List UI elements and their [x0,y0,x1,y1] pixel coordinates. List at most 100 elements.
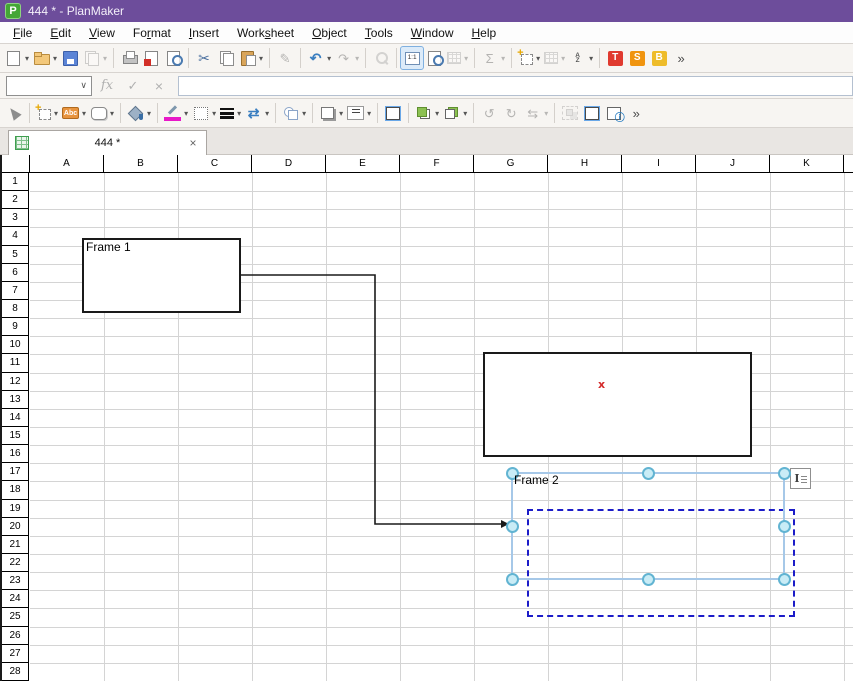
menu-view[interactable]: View [80,23,124,43]
column-header-g[interactable]: G [474,155,548,172]
border-button[interactable]: ▾ [190,102,218,124]
copy-button[interactable] [215,47,237,69]
export-pdf-button[interactable] [140,47,162,69]
menu-edit[interactable]: Edit [41,23,80,43]
frame2-label[interactable]: Frame 2 [514,473,559,487]
row-header-17[interactable]: 17 [2,463,29,481]
row-header-1[interactable]: 1 [2,173,29,191]
select-objects-button[interactable] [3,102,25,124]
selection-handle[interactable] [778,467,791,480]
toolbar-overflow-button[interactable]: » [670,47,692,69]
send-to-back-button[interactable]: ▾ [441,102,469,124]
text-frame-1[interactable]: Frame 1 [82,238,241,313]
row-header-18[interactable]: 18 [2,481,29,499]
row-header-13[interactable]: 13 [2,391,29,409]
object-options-button[interactable]: I [790,468,811,489]
open-button[interactable]: ▾ [31,47,59,69]
row-header-8[interactable]: 8 [2,300,29,318]
selection-handle[interactable] [642,573,655,586]
cell-name-box[interactable]: ∨ [6,76,92,96]
row-header-19[interactable]: 19 [2,500,29,518]
print-preview-button[interactable] [162,47,184,69]
line-color-button[interactable]: ▾ [162,102,190,124]
menu-worksheet[interactable]: Worksheet [228,23,303,43]
column-header-i[interactable]: I [622,155,696,172]
selection-handle[interactable] [642,467,655,480]
column-header-d[interactable]: D [252,155,326,172]
column-header-c[interactable]: C [178,155,252,172]
line-style-button[interactable]: ▾ [345,102,373,124]
row-header-25[interactable]: 25 [2,608,29,626]
shapes-button[interactable]: ▾ [280,102,308,124]
insert-frame-button[interactable]: ▾ [516,47,542,69]
worksheet-tab[interactable]: 444 * × [8,130,207,155]
row-header-21[interactable]: 21 [2,536,29,554]
menu-insert[interactable]: Insert [180,23,228,43]
row-header-23[interactable]: 23 [2,572,29,590]
row-header-24[interactable]: 24 [2,590,29,608]
bring-to-front-button[interactable]: ▾ [413,102,441,124]
row-header-5[interactable]: 5 [2,246,29,264]
selection-handle[interactable] [506,520,519,533]
row-header-28[interactable]: 28 [2,663,29,681]
insert-frame-button[interactable]: ▾ [34,102,60,124]
menu-help[interactable]: Help [462,23,505,43]
row-header-14[interactable]: 14 [2,409,29,427]
row-header-9[interactable]: 9 [2,318,29,336]
object-frame-placeholder[interactable]: x [483,352,752,457]
sort-filter-button[interactable]: ▾ [567,47,595,69]
selection-handle[interactable] [506,573,519,586]
select-all-corner[interactable] [2,155,30,172]
row-header-11[interactable]: 11 [2,354,29,372]
insert-function-button[interactable]: fx [96,76,118,96]
close-tab-icon[interactable]: × [186,136,200,150]
object-properties-button[interactable] [603,102,625,124]
save-button[interactable] [59,47,81,69]
row-header-12[interactable]: 12 [2,373,29,391]
column-header-e[interactable]: E [326,155,400,172]
row-header-7[interactable]: 7 [2,282,29,300]
menu-format[interactable]: Format [124,23,180,43]
zoom-original-button[interactable]: 1:1 [401,47,423,69]
undo-button[interactable]: ↶▾ [305,47,333,69]
row-header-22[interactable]: 22 [2,554,29,572]
paste-button[interactable]: ▾ [237,47,265,69]
column-header-h[interactable]: H [548,155,622,172]
row-header-20[interactable]: 20 [2,518,29,536]
column-header-b[interactable]: B [104,155,178,172]
row-header-27[interactable]: 27 [2,645,29,663]
row-header-6[interactable]: 6 [2,264,29,282]
menu-file[interactable]: File [4,23,41,43]
row-header-10[interactable]: 10 [2,336,29,354]
selection-handle[interactable] [778,520,791,533]
row-header-3[interactable]: 3 [2,209,29,227]
ungroup-button[interactable] [581,102,603,124]
row-header-15[interactable]: 15 [2,427,29,445]
shadow-button[interactable]: ▾ [317,102,345,124]
menu-window[interactable]: Window [402,23,463,43]
zoom-button[interactable] [423,47,445,69]
menu-object[interactable]: Object [303,23,356,43]
column-header-f[interactable]: F [400,155,474,172]
connector-button[interactable]: ⇄▾ [243,102,271,124]
new-document-button[interactable]: ▾ [3,47,31,69]
frame-mode-button[interactable] [382,102,404,124]
column-header-k[interactable]: K [770,155,844,172]
formula-input[interactable] [178,76,853,96]
row-header-4[interactable]: 4 [2,227,29,245]
cut-button[interactable]: ✂ [193,47,215,69]
presentations-button[interactable]: S [626,47,648,69]
basicmaker-button[interactable]: B [648,47,670,69]
text-frame-button[interactable]: Abc▾ [60,102,88,124]
print-button[interactable] [118,47,140,69]
line-width-button[interactable]: ▾ [218,102,243,124]
row-header-26[interactable]: 26 [2,627,29,645]
textmaker-button[interactable]: T [604,47,626,69]
column-header-a[interactable]: A [30,155,104,172]
row-header-2[interactable]: 2 [2,191,29,209]
autoshape-button[interactable]: ▾ [88,102,116,124]
menu-tools[interactable]: Tools [356,23,402,43]
column-header-j[interactable]: J [696,155,770,172]
toolbar-overflow-button[interactable]: » [625,102,647,124]
row-header-16[interactable]: 16 [2,445,29,463]
